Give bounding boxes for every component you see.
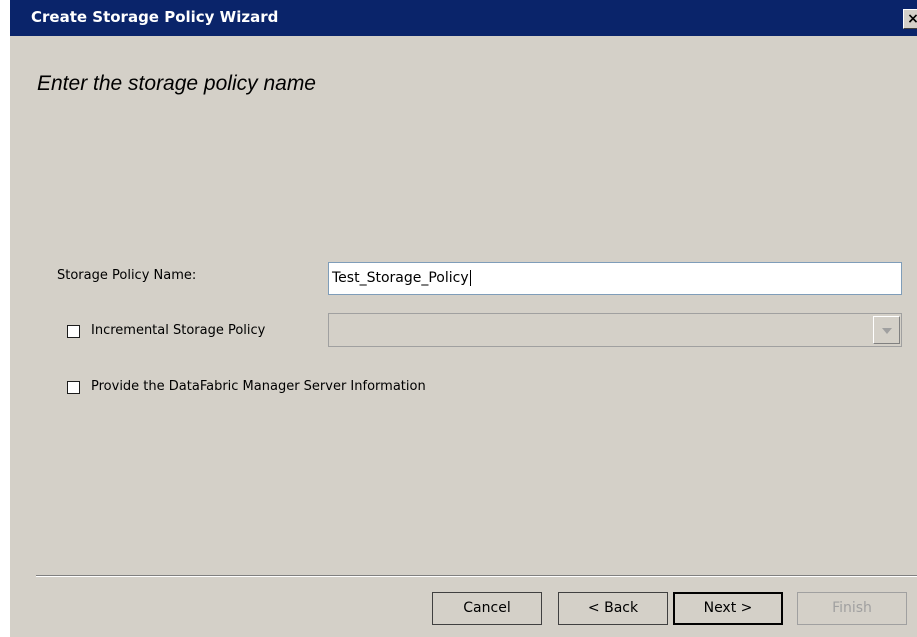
wizard-window: Create Storage Policy Wizard × Enter the… xyxy=(10,0,917,637)
next-button[interactable]: Next > xyxy=(673,592,783,625)
close-icon[interactable]: × xyxy=(903,9,917,29)
dfm-checkbox[interactable] xyxy=(67,381,80,394)
policy-name-value: Test_Storage_Policy xyxy=(332,270,469,286)
page-title: Enter the storage policy name xyxy=(37,72,316,95)
window-title: Create Storage Policy Wizard xyxy=(31,8,279,26)
chevron-down-icon[interactable] xyxy=(873,316,900,344)
cancel-button[interactable]: Cancel xyxy=(432,592,542,625)
policy-name-label: Storage Policy Name: xyxy=(57,268,197,283)
finish-button[interactable]: Finish xyxy=(797,592,907,625)
dfm-label: Provide the DataFabric Manager Server In… xyxy=(91,379,426,394)
incremental-label: Incremental Storage Policy xyxy=(91,323,266,338)
incremental-policy-select[interactable] xyxy=(328,313,902,347)
text-caret xyxy=(469,270,471,286)
footer-divider xyxy=(36,575,917,577)
title-bar: Create Storage Policy Wizard × xyxy=(10,0,917,36)
policy-name-input[interactable]: Test_Storage_Policy xyxy=(328,262,902,295)
incremental-checkbox[interactable] xyxy=(67,325,80,338)
back-button[interactable]: < Back xyxy=(558,592,668,625)
